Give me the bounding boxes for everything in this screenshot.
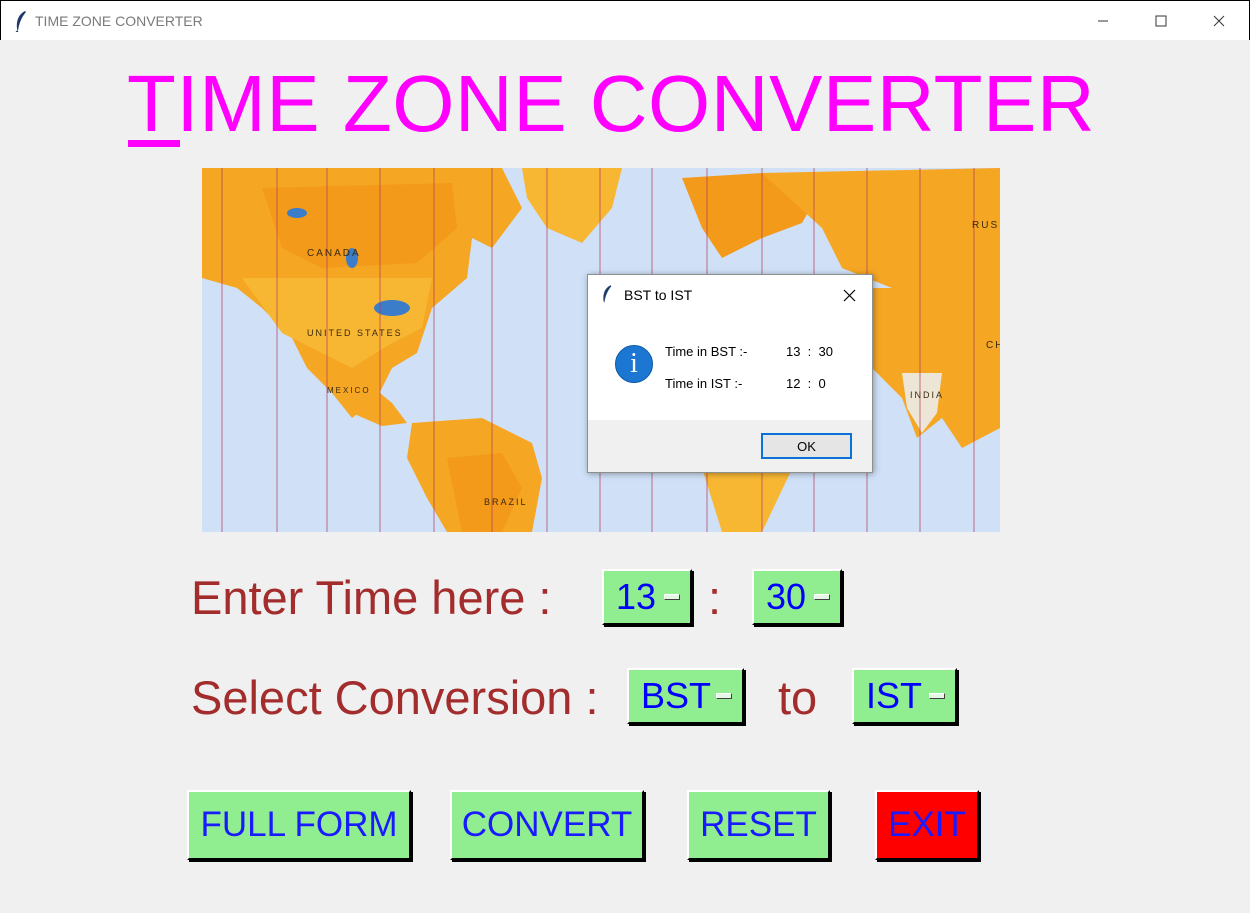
window-titlebar[interactable]: TIME ZONE CONVERTER <box>0 0 1250 40</box>
minute-value: 30 <box>766 576 807 617</box>
minimize-button[interactable] <box>1074 1 1132 41</box>
dropdown-indicator-icon <box>716 693 732 699</box>
to-label: to <box>778 671 818 724</box>
time-separator: : <box>708 571 722 624</box>
map-label-india: INDIA <box>910 390 944 400</box>
select-conversion-label: Select Conversion : <box>191 671 599 724</box>
dialog-line1-value: 13 : 30 <box>786 344 833 359</box>
maximize-icon <box>1155 15 1167 27</box>
minimize-icon <box>1098 20 1108 22</box>
from-zone-value: BST <box>641 675 712 716</box>
ok-button[interactable]: OK <box>761 433 852 459</box>
maximize-button[interactable] <box>1132 1 1190 41</box>
close-window-button[interactable] <box>1190 1 1248 41</box>
heading-text: TIME ZONE CONVERTER <box>127 59 1096 148</box>
map-label-canada: CANADA <box>307 248 361 259</box>
minute-dropdown[interactable]: 30 <box>752 569 842 625</box>
dropdown-indicator-icon <box>664 594 680 600</box>
reset-button[interactable]: RESET <box>687 790 830 860</box>
dialog-line2-label: Time in IST :- <box>665 376 743 391</box>
dialog-title: BST to IST <box>624 287 693 303</box>
exit-button[interactable]: EXIT <box>875 790 979 860</box>
feather-app-icon <box>603 285 612 303</box>
convert-button[interactable]: CONVERT <box>450 790 644 860</box>
enter-time-label: Enter Time here : <box>191 571 552 624</box>
heading-underline <box>128 140 180 147</box>
close-icon <box>843 289 855 301</box>
dialog-line1-label: Time in BST :- <box>665 344 748 359</box>
close-icon <box>1213 15 1225 27</box>
to-zone-dropdown[interactable]: IST <box>852 668 957 724</box>
page-heading: TIME ZONE CONVERTER <box>127 58 1095 150</box>
result-dialog: BST to IST i Time in BST :- 13 : 30 Time… <box>587 274 873 473</box>
dialog-close-button[interactable] <box>836 283 862 307</box>
dropdown-indicator-icon <box>814 594 830 600</box>
map-label-mexico: MEXICO <box>327 386 371 395</box>
map-label-russia: RUS <box>972 220 999 231</box>
dropdown-indicator-icon <box>929 693 945 699</box>
map-label-brazil: BRAZIL <box>484 497 528 507</box>
map-label-us: UNITED STATES <box>307 328 403 338</box>
from-zone-dropdown[interactable]: BST <box>627 668 744 724</box>
to-zone-value: IST <box>866 675 923 716</box>
window-title: TIME ZONE CONVERTER <box>35 13 203 29</box>
map-label-china: CH <box>986 340 1000 351</box>
dialog-line2-value: 12 : 0 <box>786 376 826 391</box>
feather-app-icon <box>15 11 26 32</box>
info-icon: i <box>615 345 653 383</box>
full-form-button[interactable]: FULL FORM <box>187 790 411 860</box>
hour-dropdown[interactable]: 13 <box>602 569 692 625</box>
hour-value: 13 <box>616 576 657 617</box>
